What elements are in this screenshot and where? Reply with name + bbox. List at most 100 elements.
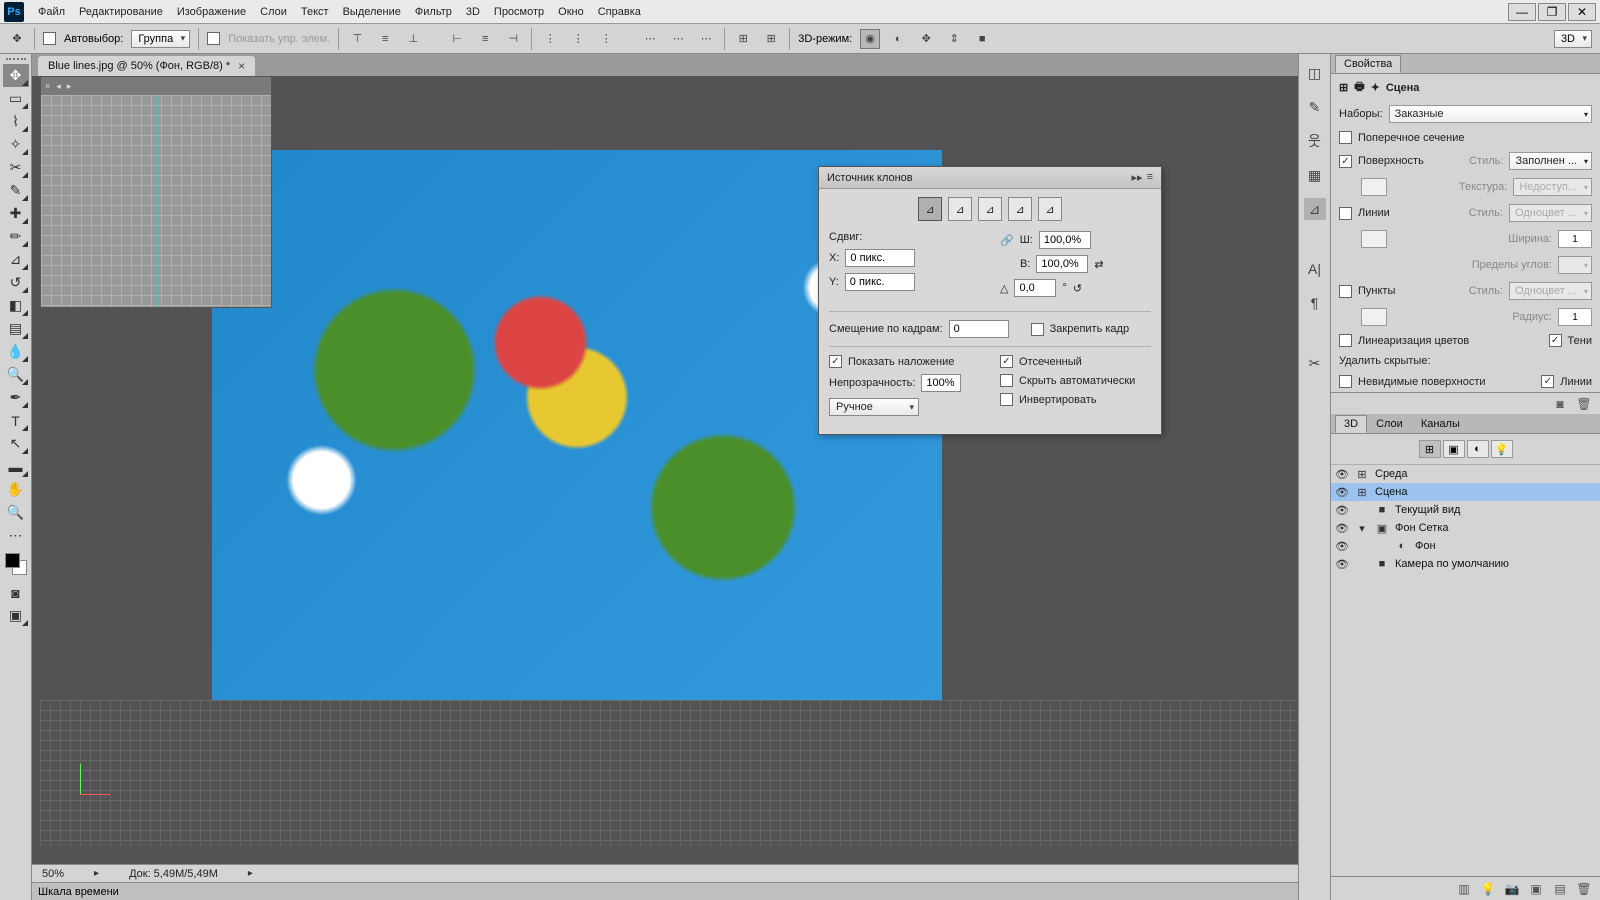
distribute-3-icon[interactable]: ⋮ xyxy=(596,29,616,49)
strip-human-icon[interactable]: 웃 xyxy=(1304,130,1326,152)
flip-icon[interactable]: ⇄ xyxy=(1094,258,1103,271)
points-radius-input[interactable] xyxy=(1558,308,1592,326)
3d-slide-icon[interactable]: ⇕ xyxy=(944,29,964,49)
zoom-level[interactable]: 50% xyxy=(42,868,64,880)
clone-src-1[interactable]: ⊿ xyxy=(918,197,942,221)
lines-checkbox[interactable] xyxy=(1339,207,1352,220)
strip-para-icon[interactable]: ¶ xyxy=(1304,292,1326,314)
expand-icon[interactable]: ▾ xyxy=(1355,522,1369,535)
filter-scene[interactable]: ⊞ xyxy=(1419,440,1441,458)
visibility-icon[interactable]: 👁 xyxy=(1335,558,1349,571)
panel-menu-icon[interactable]: ≡ xyxy=(1147,171,1153,184)
autohide-checkbox[interactable] xyxy=(1000,374,1013,387)
tab-properties[interactable]: Свойства xyxy=(1335,55,1401,73)
shadows-checkbox[interactable] xyxy=(1549,334,1562,347)
lock-frame-checkbox[interactable] xyxy=(1031,323,1044,336)
menu-window[interactable]: Окно xyxy=(558,6,584,18)
3d-pan-icon[interactable]: ✥ xyxy=(916,29,936,49)
eraser-tool[interactable]: ◧ xyxy=(3,294,29,317)
document-tab-close[interactable]: × xyxy=(238,59,245,73)
tab-channels[interactable]: Каналы xyxy=(1412,415,1469,433)
path-tool[interactable]: ↖ xyxy=(3,432,29,455)
render-icon[interactable]: ◙ xyxy=(1552,396,1568,412)
w-input[interactable] xyxy=(1039,231,1091,249)
heal-tool[interactable]: ✚ xyxy=(3,202,29,225)
reset-icon[interactable]: ↺ xyxy=(1073,282,1082,295)
clone-src-3[interactable]: ⊿ xyxy=(978,197,1002,221)
document-tab[interactable]: Blue lines.jpg @ 50% (Фон, RGB/8) * × xyxy=(38,56,255,76)
quickmask-button[interactable]: ◙ xyxy=(3,581,29,604)
dodge-tool[interactable]: 🔍 xyxy=(3,363,29,386)
distribute-6-icon[interactable]: ⋯ xyxy=(696,29,716,49)
y-input[interactable] xyxy=(845,273,915,291)
distribute-5-icon[interactable]: ⋯ xyxy=(668,29,688,49)
crop-tool[interactable]: ✂ xyxy=(3,156,29,179)
align-bottom-icon[interactable]: ⊥ xyxy=(403,29,423,49)
3d-item-camera[interactable]: 👁■Камера по умолчанию xyxy=(1331,555,1600,573)
menu-3d[interactable]: 3D xyxy=(466,6,480,18)
menu-select[interactable]: Выделение xyxy=(343,6,401,18)
clone-source-title[interactable]: Источник клонов ▸▸≡ xyxy=(819,167,1161,189)
footer-1-icon[interactable]: ▥ xyxy=(1456,881,1472,897)
workspace-dropdown[interactable]: 3D xyxy=(1554,30,1592,48)
menu-filter[interactable]: Фильтр xyxy=(415,6,452,18)
menu-image[interactable]: Изображение xyxy=(177,6,246,18)
3d-item-view[interactable]: 👁■Текущий вид xyxy=(1331,501,1600,519)
visibility-icon[interactable]: 👁 xyxy=(1335,522,1349,535)
shape-tool[interactable]: ▬ xyxy=(3,455,29,478)
presets-dropdown[interactable]: Заказные xyxy=(1389,105,1592,123)
arrange-1-icon[interactable]: ⊞ xyxy=(733,29,753,49)
visibility-icon[interactable]: 👁 xyxy=(1335,468,1349,481)
zoom-tool[interactable]: 🔍 xyxy=(3,501,29,524)
overlay-checkbox[interactable] xyxy=(829,355,842,368)
stamp-tool[interactable]: ⊿ xyxy=(3,248,29,271)
strip-measure-icon[interactable]: ✂ xyxy=(1304,352,1326,374)
color-swatches[interactable] xyxy=(5,553,27,575)
filter-meshes[interactable]: ▣ xyxy=(1443,440,1465,458)
clone-src-5[interactable]: ⊿ xyxy=(1038,197,1062,221)
hand-tool[interactable]: ✋ xyxy=(3,478,29,501)
navigator-header[interactable]: ×◂▸ xyxy=(41,77,271,95)
footer-trash-icon[interactable]: 🗑 xyxy=(1576,881,1592,897)
h-input[interactable] xyxy=(1036,255,1088,273)
opacity-input[interactable] xyxy=(921,374,961,392)
invert-checkbox[interactable] xyxy=(1000,393,1013,406)
toolbar-grip[interactable] xyxy=(6,58,26,62)
3d-orbit-icon[interactable]: ◉ xyxy=(860,29,880,49)
lines2-checkbox[interactable] xyxy=(1541,375,1554,388)
3d-item-mesh-bg[interactable]: 👁▾▣Фон Сетка xyxy=(1331,519,1600,537)
marquee-tool[interactable]: ▭ xyxy=(3,87,29,110)
history-brush-tool[interactable]: ↺ xyxy=(3,271,29,294)
visibility-icon[interactable]: 👁 xyxy=(1335,504,1349,517)
align-top-icon[interactable]: ⊤ xyxy=(347,29,367,49)
maximize-button[interactable]: ❐ xyxy=(1538,3,1566,21)
visibility-icon[interactable]: 👁 xyxy=(1335,540,1349,553)
3d-item-scene[interactable]: 👁⊞Сцена xyxy=(1331,483,1600,501)
cross-section-checkbox[interactable] xyxy=(1339,131,1352,144)
3d-item-bg[interactable]: 👁◐Фон xyxy=(1331,537,1600,555)
footer-new-icon[interactable]: ▤ xyxy=(1552,881,1568,897)
tab-layers[interactable]: Слои xyxy=(1367,415,1412,433)
lines-width-input[interactable] xyxy=(1558,230,1592,248)
clone-src-2[interactable]: ⊿ xyxy=(948,197,972,221)
show-controls-checkbox[interactable] xyxy=(207,32,220,45)
brush-tool[interactable]: ✏ xyxy=(3,225,29,248)
eyedropper-tool[interactable]: ✎ xyxy=(3,179,29,202)
edit-colors-tool[interactable]: ⋯ xyxy=(3,524,29,547)
align-left-icon[interactable]: ⊢ xyxy=(447,29,467,49)
points-color-swatch[interactable] xyxy=(1361,308,1387,326)
minimize-button[interactable]: — xyxy=(1508,3,1536,21)
wand-tool[interactable]: ✧ xyxy=(3,133,29,156)
visibility-icon[interactable]: 👁 xyxy=(1335,486,1349,499)
arrange-2-icon[interactable]: ⊞ xyxy=(761,29,781,49)
screenmode-button[interactable]: ▣ xyxy=(3,604,29,627)
3d-axis-widget[interactable] xyxy=(72,764,112,804)
points-checkbox[interactable] xyxy=(1339,285,1352,298)
move-tool[interactable]: ✥ xyxy=(3,64,29,87)
overlay-mode-dropdown[interactable]: Ручное xyxy=(829,398,919,416)
lasso-tool[interactable]: ⌇ xyxy=(3,110,29,133)
canvas-area[interactable]: ×◂▸ Источник клонов ▸▸≡ ⊿ ⊿ ⊿ ⊿ ⊿ xyxy=(32,76,1298,864)
surface-color-swatch[interactable] xyxy=(1361,178,1387,196)
align-right-icon[interactable]: ⊣ xyxy=(503,29,523,49)
autoselect-checkbox[interactable] xyxy=(43,32,56,45)
